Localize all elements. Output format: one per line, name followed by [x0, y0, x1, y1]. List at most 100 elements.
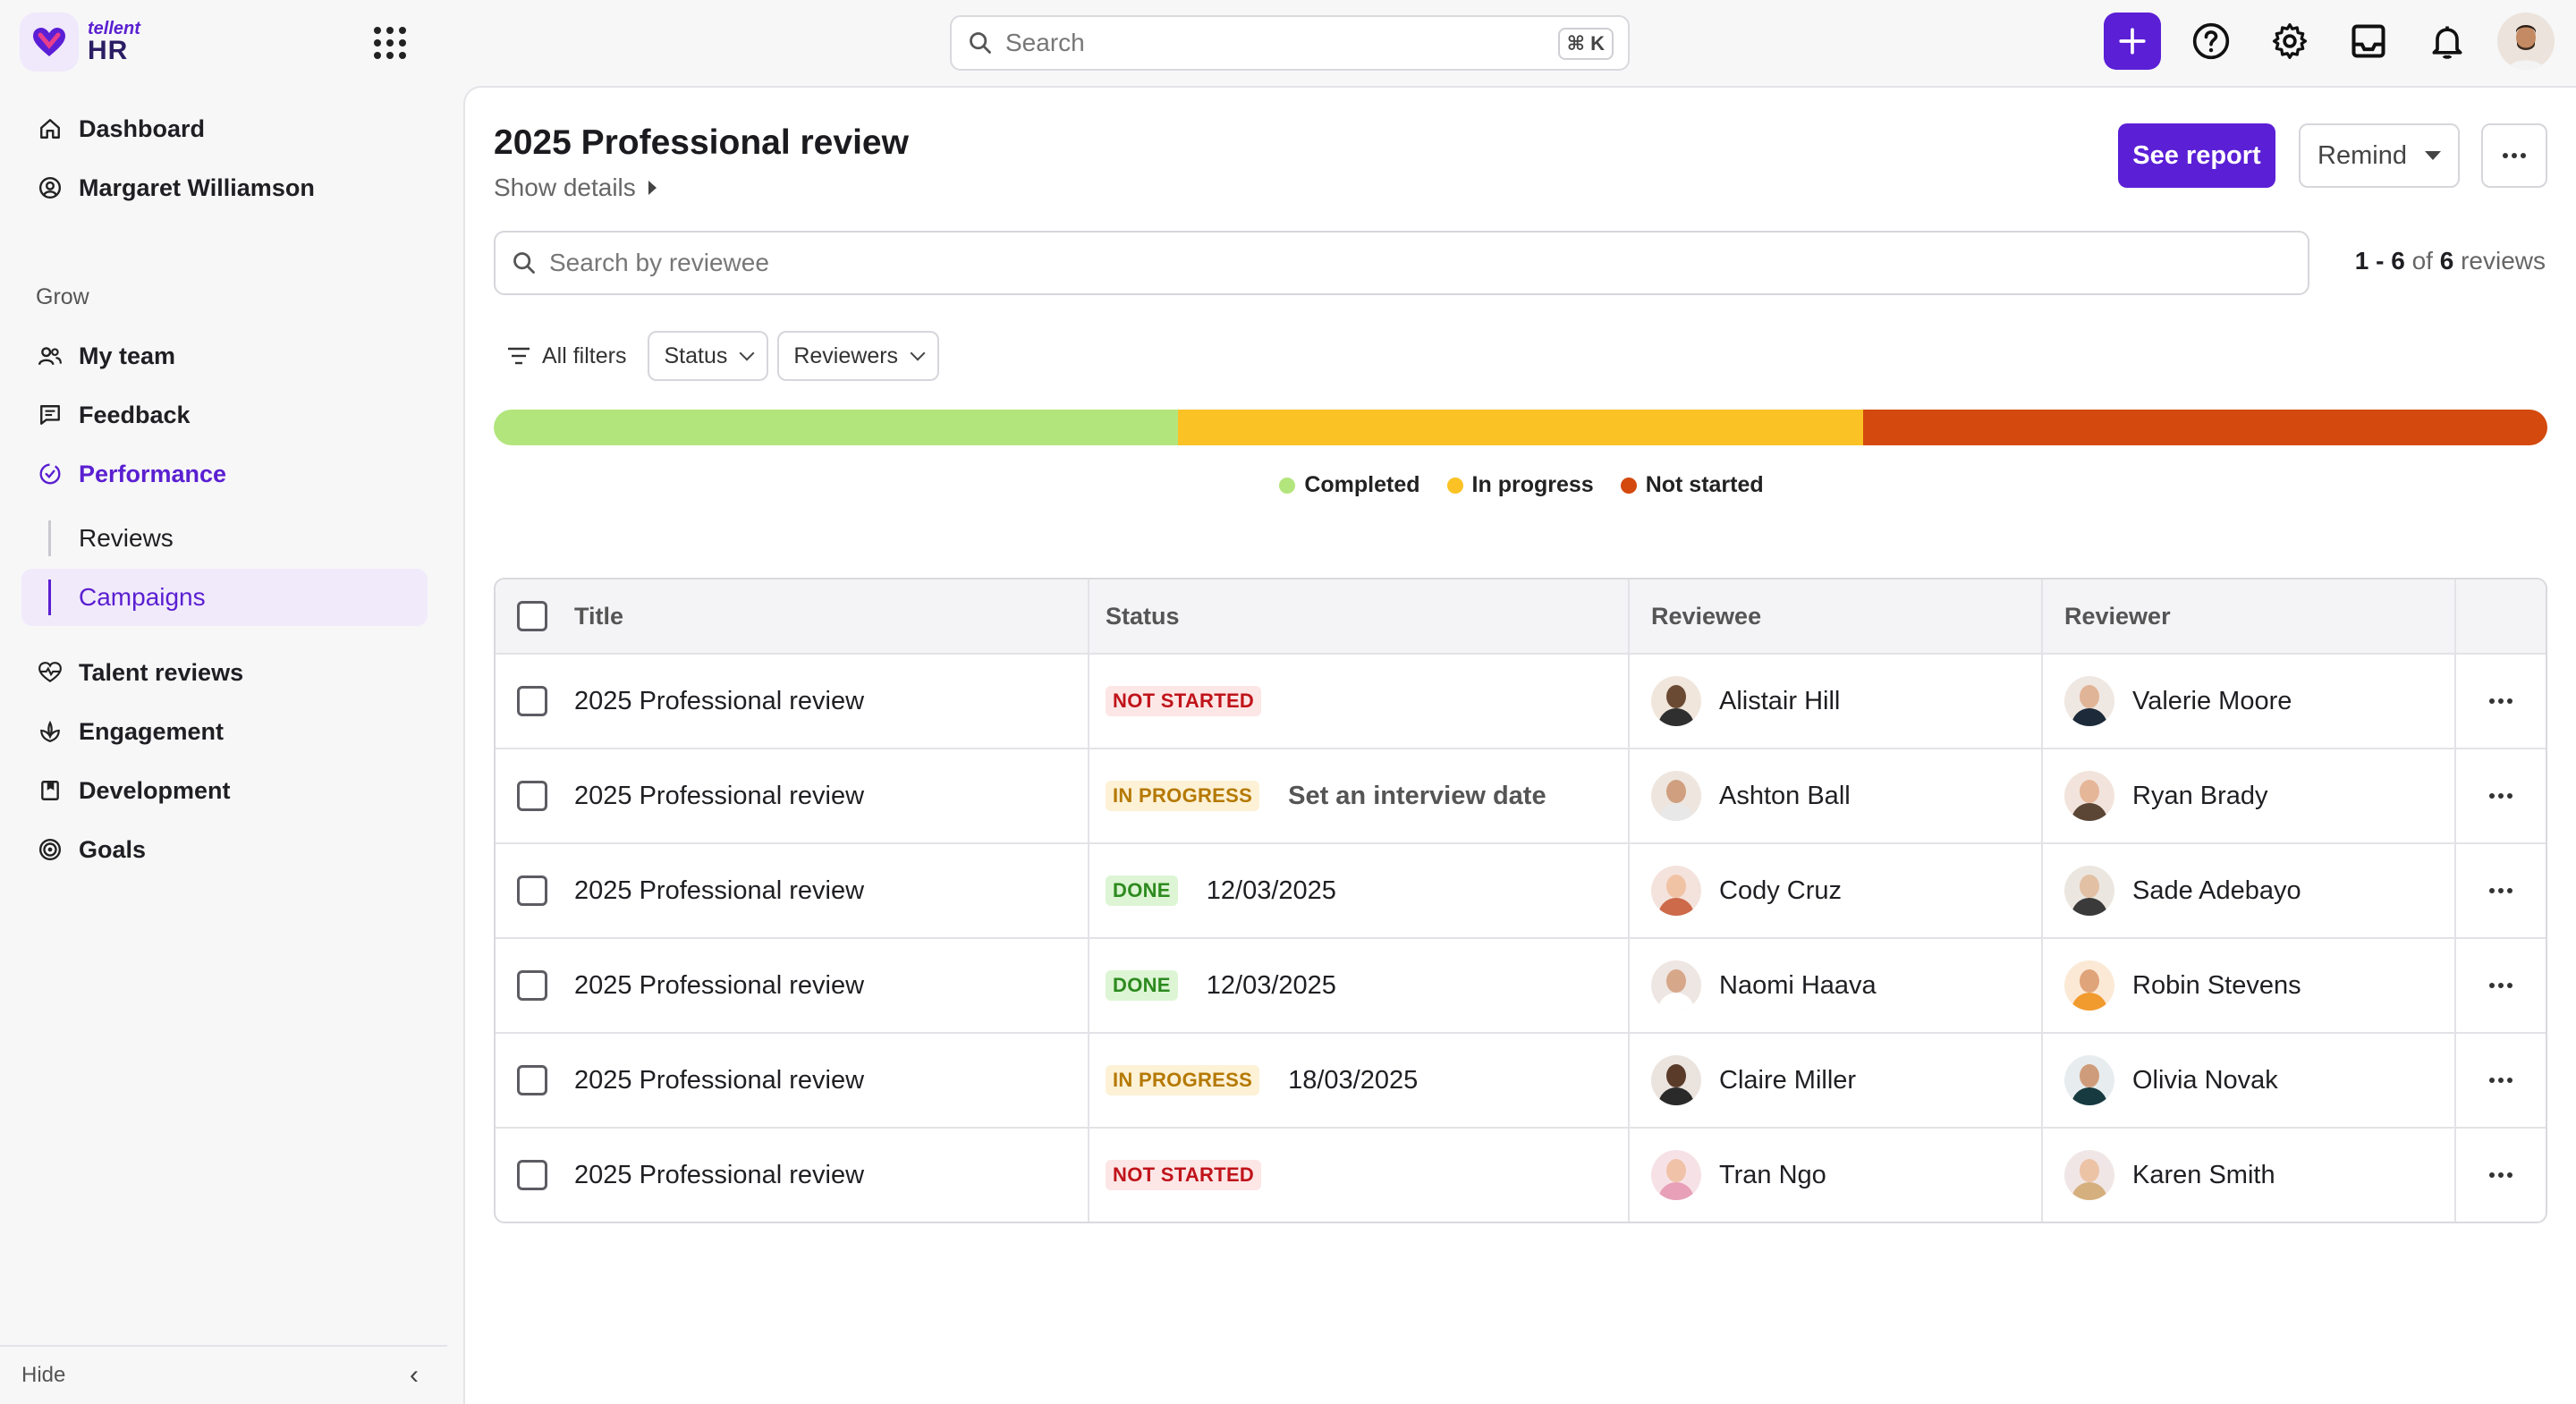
avatar — [2064, 676, 2114, 726]
more-horizontal-icon[interactable] — [2489, 698, 2512, 704]
table-row[interactable]: 2025 Professional review NOT STARTED Alist… — [496, 653, 2546, 748]
status-cell: NOT STARTED — [1089, 655, 1630, 748]
see-report-button[interactable]: See report — [2118, 123, 2275, 188]
table-row[interactable]: 2025 Professional review NOT STARTED Tran … — [496, 1127, 2546, 1222]
review-title[interactable]: 2025 Professional review — [574, 1161, 864, 1190]
avatar-body — [2072, 1182, 2107, 1200]
sidebar-item-performance[interactable]: Performance — [21, 445, 428, 503]
row-actions-cell — [2456, 1034, 2546, 1127]
sidebar-subitem-campaigns[interactable]: Campaigns — [21, 569, 428, 626]
sidebar-item-talent-reviews[interactable]: Talent reviews — [21, 644, 428, 701]
more-horizontal-icon[interactable] — [2489, 888, 2512, 893]
sidebar-item-profile[interactable]: Margaret Williamson — [21, 159, 428, 216]
row-checkbox[interactable] — [517, 1065, 547, 1095]
inbox-icon[interactable] — [2340, 13, 2397, 70]
row-checkbox[interactable] — [517, 875, 547, 906]
reviewer-cell: Valerie Moore — [2043, 655, 2456, 748]
row-checkbox[interactable] — [517, 781, 547, 811]
settings-gear-icon[interactable] — [2261, 13, 2318, 70]
legend-item: Not started — [1620, 472, 1764, 498]
reviewee-search-input[interactable]: Search by reviewee — [494, 231, 2309, 295]
sidebar-item-label: Feedback — [79, 401, 191, 428]
progress-legend: Completed In progress Not started — [465, 472, 2576, 498]
avatar — [1651, 866, 1701, 916]
column-header-title[interactable]: Title — [574, 603, 623, 630]
sidebar-hide-toggle[interactable]: Hide ‹ — [0, 1345, 447, 1404]
performance-icon — [36, 460, 64, 488]
avatar-head — [1666, 875, 1686, 898]
column-header-reviewee[interactable]: Reviewee — [1651, 603, 1761, 630]
logo-heart-icon — [20, 13, 79, 72]
sidebar-subitem-reviews[interactable]: Reviews — [21, 510, 428, 567]
review-title[interactable]: 2025 Professional review — [574, 1066, 864, 1095]
sidebar-item-goals[interactable]: Goals — [21, 821, 428, 878]
reviewer-name[interactable]: Olivia Novak — [2132, 1066, 2278, 1095]
select-all-checkbox[interactable] — [517, 601, 547, 631]
reviewee-name[interactable]: Tran Ngo — [1719, 1161, 1826, 1190]
all-filters-button[interactable]: All filters — [494, 331, 639, 381]
reviewer-name[interactable]: Ryan Brady — [2132, 782, 2268, 811]
reviewer-name[interactable]: Sade Adebayo — [2132, 876, 2301, 906]
more-horizontal-icon[interactable] — [2489, 793, 2512, 799]
row-checkbox[interactable] — [517, 686, 547, 716]
more-horizontal-icon[interactable] — [2489, 1078, 2512, 1083]
legend-item: Completed — [1279, 472, 1420, 498]
create-button[interactable] — [2104, 13, 2161, 70]
review-title[interactable]: 2025 Professional review — [574, 876, 864, 906]
notifications-bell-icon[interactable] — [2419, 13, 2476, 70]
avatar-head — [1666, 1159, 1686, 1182]
sidebar-item-dashboard[interactable]: Dashboard — [21, 100, 428, 157]
row-checkbox[interactable] — [517, 970, 547, 1001]
column-header-status[interactable]: Status — [1106, 603, 1180, 630]
table-row[interactable]: 2025 Professional review DONE 12/03/2025 Co… — [496, 842, 2546, 937]
show-details-toggle[interactable]: Show details — [494, 173, 657, 202]
table-row[interactable]: 2025 Professional review IN PROGRESS Set a… — [496, 748, 2546, 842]
app-logo[interactable]: tellent HR — [20, 13, 140, 72]
reviewee-name[interactable]: Alistair Hill — [1719, 687, 1840, 716]
status-action-link[interactable]: Set an interview date — [1288, 782, 1546, 811]
avatar-body — [1658, 898, 1694, 916]
reviewer-name[interactable]: Karen Smith — [2132, 1161, 2275, 1190]
reviewer-name[interactable]: Robin Stevens — [2132, 971, 2301, 1001]
row-checkbox[interactable] — [517, 1160, 547, 1190]
review-title[interactable]: 2025 Professional review — [574, 971, 864, 1001]
sidebar-item-label: Performance — [79, 460, 227, 487]
table-row[interactable]: 2025 Professional review IN PROGRESS 18/03… — [496, 1032, 2546, 1127]
caret-down-icon — [2424, 151, 2441, 160]
review-title[interactable]: 2025 Professional review — [574, 687, 864, 716]
row-actions-cell — [2456, 939, 2546, 1032]
apps-grid-icon[interactable] — [372, 25, 408, 61]
reviewee-name[interactable]: Naomi Haava — [1719, 971, 1877, 1001]
column-header-reviewer[interactable]: Reviewer — [2064, 603, 2171, 630]
user-avatar[interactable] — [2497, 13, 2555, 70]
status-filter-dropdown[interactable]: Status — [648, 331, 769, 381]
logo-big-text: HR — [88, 36, 129, 65]
reviewer-name[interactable]: Valerie Moore — [2132, 687, 2292, 716]
help-icon[interactable] — [2182, 13, 2240, 70]
status-cell: IN PROGRESS 18/03/2025 — [1089, 1034, 1630, 1127]
status-badge: DONE — [1106, 875, 1178, 906]
more-horizontal-icon[interactable] — [2489, 1172, 2512, 1178]
review-title[interactable]: 2025 Professional review — [574, 782, 864, 811]
sidebar-item-my-team[interactable]: My team — [21, 327, 428, 385]
remind-dropdown-button[interactable]: Remind — [2299, 123, 2460, 188]
sidebar-item-feedback[interactable]: Feedback — [21, 386, 428, 444]
global-search-input[interactable]: Search ⌘ K — [950, 15, 1630, 71]
sidebar-item-label: Goals — [79, 835, 147, 863]
reviewers-filter-dropdown[interactable]: Reviewers — [777, 331, 940, 381]
sidebar-item-development[interactable]: Development — [21, 762, 428, 819]
sidebar-item-engagement[interactable]: Engagement — [21, 703, 428, 760]
count-of: of — [2411, 247, 2433, 275]
reviewee-cell: Ashton Ball — [1630, 749, 2043, 842]
more-horizontal-icon[interactable] — [2489, 983, 2512, 988]
avatar — [1651, 1150, 1701, 1200]
table-row[interactable]: 2025 Professional review DONE 12/03/2025 Na… — [496, 937, 2546, 1032]
avatar-head — [2080, 780, 2099, 803]
reviewee-name[interactable]: Ashton Ball — [1719, 782, 1851, 811]
reviewee-name[interactable]: Claire Miller — [1719, 1066, 1856, 1095]
reviewee-name[interactable]: Cody Cruz — [1719, 876, 1842, 906]
sidebar-item-label: Development — [79, 776, 231, 804]
more-options-button[interactable] — [2481, 123, 2547, 188]
avatar-body — [2072, 898, 2107, 916]
status-badge: NOT STARTED — [1106, 686, 1262, 716]
